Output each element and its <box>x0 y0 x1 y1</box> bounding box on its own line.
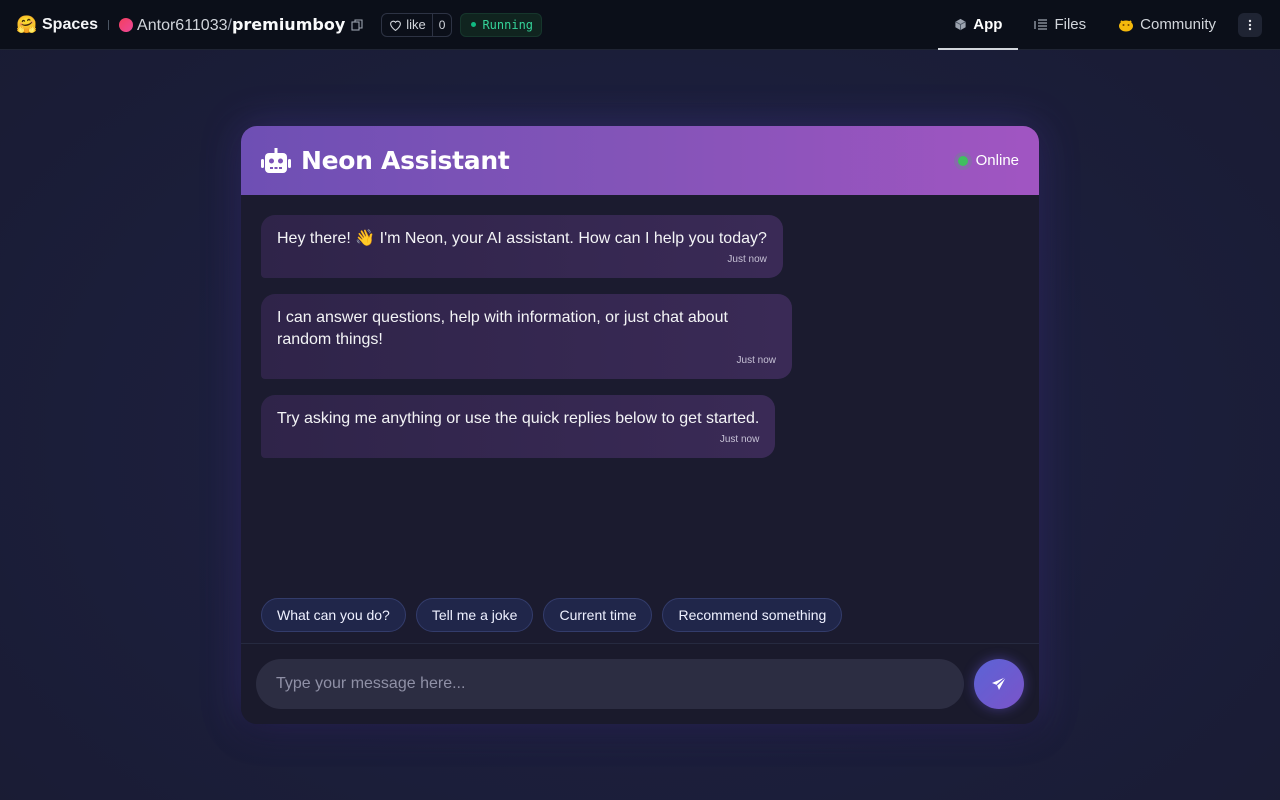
online-status: Online <box>957 152 1019 169</box>
copy-icon[interactable] <box>351 18 365 32</box>
chat-title: Neon Assistant <box>301 146 510 175</box>
divider <box>108 19 110 30</box>
online-dot-icon <box>957 155 968 166</box>
top-bar: 🤗 Spaces Antor611033/premiumboy like 0 R… <box>0 0 1280 50</box>
send-button[interactable] <box>974 659 1024 709</box>
like-label: like <box>406 17 426 32</box>
tab-files[interactable]: Files <box>1018 0 1102 49</box>
quick-reply-button[interactable]: What can you do? <box>261 598 406 632</box>
status-dot-icon <box>471 22 477 27</box>
message-row: I can answer questions, help with inform… <box>261 294 1019 395</box>
tab-files-label: Files <box>1054 16 1087 33</box>
repo-path: Antor611033/premiumboy <box>137 15 345 35</box>
community-icon <box>1118 18 1134 32</box>
message-time: Just now <box>719 434 760 445</box>
heart-icon <box>390 20 402 31</box>
quick-reply-button[interactable]: Current time <box>543 598 653 632</box>
kebab-menu-icon <box>1248 19 1252 30</box>
tab-community[interactable]: Community <box>1102 0 1232 49</box>
status-badge: Running <box>460 12 543 37</box>
tab-community-label: Community <box>1140 16 1216 33</box>
message-text: Try asking me anything or use the quick … <box>277 410 760 427</box>
message-list: Hey there! 👋 I'm Neon, your AI assistant… <box>261 215 1019 474</box>
like-widget: like 0 <box>381 12 453 37</box>
chat-card: Neon Assistant Online Hey there! 👋 I'm N… <box>241 126 1039 724</box>
message-row: Hey there! 👋 I'm Neon, your AI assistant… <box>261 215 1019 294</box>
more-options-button[interactable] <box>1238 12 1262 37</box>
bot-message: Hey there! 👋 I'm Neon, your AI assistant… <box>261 215 783 278</box>
owner-link[interactable]: Antor611033 <box>137 17 227 34</box>
paper-plane-icon <box>992 676 1007 690</box>
chat-header: Neon Assistant Online <box>241 126 1039 195</box>
brand-label: Spaces <box>42 15 99 33</box>
like-count[interactable]: 0 <box>431 13 452 36</box>
tab-app-label: App <box>973 16 1003 33</box>
quick-reply-button[interactable]: Recommend something <box>662 598 843 632</box>
composer <box>241 643 1039 724</box>
message-text: Hey there! 👋 I'm Neon, your AI assistant… <box>277 230 767 247</box>
hugging-face-logo-icon: 🤗 <box>16 14 38 34</box>
message-time: Just now <box>736 355 776 366</box>
files-icon <box>1034 18 1048 31</box>
message-row: Try asking me anything or use the quick … <box>261 395 1019 474</box>
like-button[interactable]: like <box>382 14 432 36</box>
quick-reply-button[interactable]: Tell me a joke <box>415 598 534 632</box>
message-text: I can answer questions, help with inform… <box>277 309 728 348</box>
spaces-brand[interactable]: 🤗 Spaces <box>16 15 98 35</box>
space-nav: App Files Community <box>938 0 1280 50</box>
cube-icon <box>954 18 967 31</box>
message-time: Just now <box>727 254 767 265</box>
bot-message: Try asking me anything or use the quick … <box>261 395 776 458</box>
online-label: Online <box>975 152 1019 169</box>
bot-message: I can answer questions, help with inform… <box>261 294 792 379</box>
status-label: Running <box>482 17 534 32</box>
owner-avatar[interactable] <box>119 17 134 32</box>
tab-app[interactable]: App <box>938 0 1019 50</box>
message-input[interactable] <box>256 659 964 709</box>
quick-replies: What can you do? Tell me a joke Current … <box>261 598 852 632</box>
space-name-link[interactable]: premiumboy <box>232 15 345 34</box>
robot-icon <box>261 147 291 175</box>
